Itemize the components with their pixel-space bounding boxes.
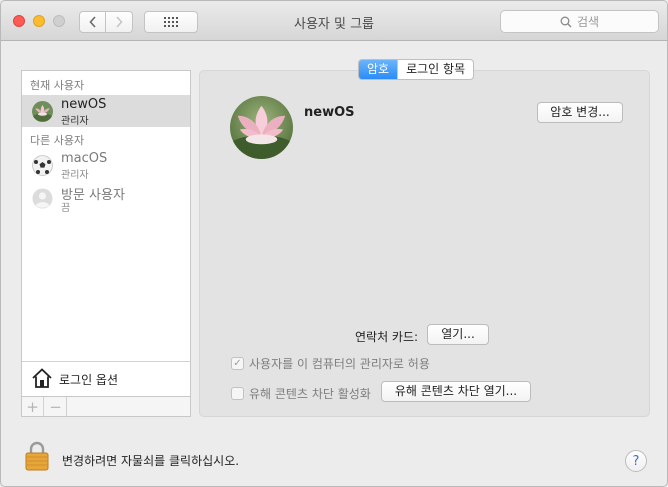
login-options-item[interactable]: 로그인 옵션 bbox=[22, 361, 190, 396]
remove-user-button[interactable]: − bbox=[45, 397, 67, 416]
allow-admin-row: ✓ 사용자를 이 컴퓨터의 관리자로 허용 bbox=[231, 355, 430, 372]
user-role: 관리자 bbox=[61, 116, 89, 127]
tab-bar: 암호 로그인 항목 bbox=[358, 59, 475, 80]
user-role: 관리자 bbox=[61, 170, 89, 181]
lock-message: 변경하려면 자물쇠를 클릭하십시오. bbox=[62, 454, 240, 468]
search-input[interactable]: 검색 bbox=[500, 10, 659, 33]
current-users-header: 현재 사용자 bbox=[30, 79, 85, 92]
lotus-avatar-icon bbox=[230, 96, 293, 159]
open-contact-card-button[interactable]: 열기... bbox=[427, 324, 489, 345]
tab-password[interactable]: 암호 bbox=[359, 60, 398, 79]
user-role: 끔 bbox=[61, 203, 71, 214]
user-full-name: newOS bbox=[304, 105, 355, 120]
house-icon bbox=[32, 368, 52, 388]
other-users-header: 다른 사용자 bbox=[30, 134, 85, 147]
user-list: 현재 사용자 newOS 관리자 다른 사용자 macOS 관리자 방문 사용자… bbox=[21, 70, 191, 397]
change-password-button[interactable]: 암호 변경... bbox=[537, 102, 623, 123]
search-placeholder: 검색 bbox=[576, 15, 600, 29]
open-parental-controls-button[interactable]: 유해 콘텐츠 차단 열기... bbox=[381, 381, 531, 402]
guest-avatar-icon bbox=[32, 188, 53, 209]
user-row-macos[interactable]: macOS 관리자 bbox=[22, 149, 190, 181]
tab-login-items[interactable]: 로그인 항목 bbox=[397, 60, 473, 79]
user-row-newos[interactable]: newOS 관리자 bbox=[22, 95, 190, 127]
window: 사용자 및 그룹 검색 현재 사용자 newOS 관리자 다른 사용자 macO… bbox=[0, 0, 668, 487]
user-name: 방문 사용자 bbox=[61, 188, 125, 203]
login-options-label: 로그인 옵션 bbox=[59, 373, 119, 387]
add-remove-bar: + − bbox=[21, 397, 191, 417]
soccer-ball-avatar-icon bbox=[32, 155, 53, 176]
user-name: newOS bbox=[61, 97, 107, 112]
parental-controls-checkbox[interactable] bbox=[231, 387, 244, 400]
help-button[interactable]: ? bbox=[625, 450, 647, 472]
user-picture[interactable] bbox=[230, 96, 293, 159]
add-user-button[interactable]: + bbox=[22, 397, 44, 416]
search-icon bbox=[560, 16, 572, 27]
allow-admin-label: 사용자를 이 컴퓨터의 관리자로 허용 bbox=[249, 357, 430, 371]
contact-card-label: 연락처 카드: bbox=[355, 330, 419, 344]
allow-admin-checkbox[interactable]: ✓ bbox=[231, 357, 244, 370]
user-row-guest[interactable]: 방문 사용자 끔 bbox=[22, 182, 190, 214]
parental-controls-row: 유해 콘텐츠 차단 활성화 bbox=[231, 385, 371, 402]
parental-controls-label: 유해 콘텐츠 차단 활성화 bbox=[249, 387, 371, 401]
user-name: macOS bbox=[61, 151, 108, 166]
title-bar: 사용자 및 그룹 검색 bbox=[1, 1, 667, 41]
lotus-avatar-icon bbox=[32, 101, 53, 122]
lock-icon[interactable] bbox=[25, 441, 49, 471]
